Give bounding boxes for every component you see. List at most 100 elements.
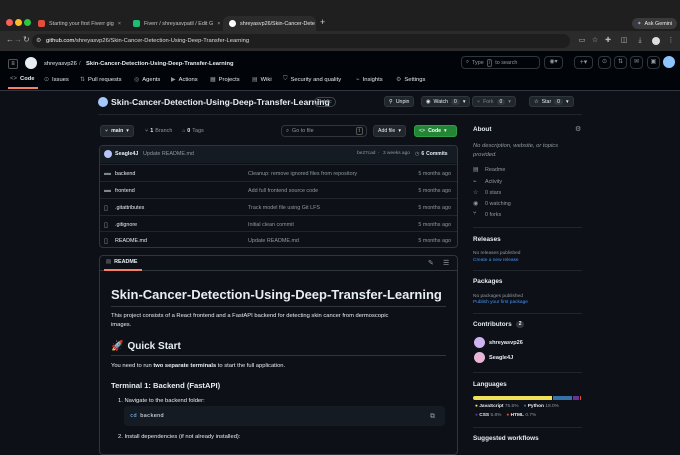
forks-link[interactable]: 0 forks [485,212,501,218]
extensions-icon[interactable]: ✚ [604,37,612,45]
readme-link[interactable]: Readme [485,167,505,173]
watching-link[interactable]: 0 watching [485,201,511,207]
file-name[interactable]: backend [115,171,135,177]
file-row[interactable]: ▬ frontend Add full frontend source code… [100,181,457,199]
create-release-link[interactable]: Create a new release [473,258,519,263]
minimize-window-button[interactable] [15,19,22,26]
repo-owner-avatar[interactable] [98,97,108,107]
ask-gemini-button[interactable]: ✦ Ask Gemini [632,18,678,29]
watch-button[interactable]: ◉ Watch 0 ▾ [421,96,471,107]
edit-pencil-icon[interactable]: ✎ [428,259,434,267]
code-button[interactable]: <> Code ▾ [414,125,457,137]
add-file-button[interactable]: Add file ▾ [373,125,406,137]
close-tab-icon[interactable]: × [213,21,220,27]
reload-icon[interactable]: ↻ [23,35,30,44]
browser-tab[interactable]: Fiverr / shreyasvpatil / Edit G × [127,16,223,31]
contributor-name[interactable]: shreyasvp26 [489,340,523,346]
profile-avatar[interactable] [652,37,660,45]
unpin-button[interactable]: ⚲ Unpin [384,96,415,107]
outline-list-icon[interactable]: ☰ [443,259,449,267]
contributor-avatar[interactable] [474,337,485,348]
copilot-icon[interactable]: ◉▾ [544,56,563,69]
tab-agents[interactable]: ◎ Agents [134,76,160,84]
forward-arrow-icon[interactable]: → [14,35,22,44]
more-menu-icon[interactable]: ⋮ [667,37,675,45]
pull-requests-icon[interactable]: ⇅ [614,56,627,69]
file-commit-message[interactable]: Add full frontend source code [248,188,318,194]
bookmark-star-icon[interactable]: ☆ [591,37,599,45]
readme-tab[interactable]: ▤ README [106,259,137,265]
language-item[interactable]: ● HTML 0.7% [506,413,536,418]
commits-link[interactable]: ◷ 6 Commits [415,151,448,157]
activity-link[interactable]: Activity [485,179,502,185]
site-info-icon[interactable]: ⚙ [36,34,41,48]
packages-heading[interactable]: Packages [473,278,503,285]
close-window-button[interactable] [6,19,13,26]
breadcrumb-owner[interactable]: shreyasvp26 [44,61,77,67]
star-button[interactable]: ☆ Star 0 ▾ [529,96,574,107]
notifications-icon[interactable]: ✉ [630,56,643,69]
cast-icon[interactable]: ▭ [578,37,586,45]
search-input[interactable]: ⌕ Type / to search [461,56,540,69]
commit-hash[interactable]: be27cad [357,151,375,156]
language-item[interactable]: ● JavaScript 75.5% [475,404,518,409]
commit-author[interactable]: Seagle4J [115,151,138,157]
tab-wiki[interactable]: ▤ Wiki [252,76,272,84]
back-arrow-icon[interactable]: ← [6,35,14,44]
inbox-icon[interactable]: ▣ [647,56,660,69]
download-icon[interactable]: ⤓ [636,37,644,45]
user-avatar[interactable] [663,56,675,68]
file-row[interactable]: ▯ .gitattributes Track model file using … [100,198,457,216]
browser-tab-active[interactable]: shreyasvp26/Skin-Cancer-Dete × [223,16,316,31]
create-new-icon[interactable]: +▾ [574,56,593,69]
browser-tab[interactable]: Starting your first Fiverr gig × [32,16,127,31]
tab-code[interactable]: <> Code [10,76,35,82]
issues-icon[interactable]: ⊙ [598,56,611,69]
contributor-name[interactable]: Seagle4J [489,355,513,361]
tab-insights[interactable]: ⌁ Insights [356,76,383,84]
file-commit-message[interactable]: Track model file using Git LFS [248,205,320,211]
github-logo-icon[interactable] [25,57,37,69]
file-commit-message[interactable]: Update README.md [248,238,299,244]
tags-link[interactable]: ⌂ 0 Tags [182,128,204,134]
tab-pull-requests[interactable]: ⇅ Pull requests [80,76,122,84]
language-item[interactable]: ● Python 18.0% [523,404,558,409]
file-commit-message[interactable]: Cleanup: remove ignored files from repos… [248,171,357,177]
file-name[interactable]: .gitattributes [115,205,144,211]
breadcrumb-repo[interactable]: Skin-Cancer-Detection-Using-Deep-Transfe… [86,61,234,67]
commit-message[interactable]: Update README.md [143,151,194,157]
tab-issues[interactable]: ⊙ Issues [44,76,69,84]
fork-button[interactable]: ⑂ Fork 0 ▾ [472,96,516,107]
branch-select[interactable]: ⑂ main ▾ [100,125,134,137]
language-item[interactable]: ● CSS 5.8% [475,413,501,418]
file-name[interactable]: frontend [115,188,135,194]
new-tab-icon[interactable]: + [320,17,325,27]
contributor-avatar[interactable] [474,352,485,363]
file-commit-message[interactable]: Initial clean commit [248,222,294,228]
file-name[interactable]: README.md [115,238,147,244]
contributors-heading[interactable]: Contributors 2 [473,321,525,328]
copy-icon[interactable]: ⧉ [430,406,435,426]
maximize-window-button[interactable] [24,19,31,26]
file-row[interactable]: ▬ backend Cleanup: remove ignored files … [100,164,457,182]
close-tab-icon[interactable]: × [114,21,121,27]
tab-projects[interactable]: ▦ Projects [210,76,240,84]
tab-actions[interactable]: ▶ Actions [171,76,198,84]
repo-title[interactable]: Skin-Cancer-Detection-Using-Deep-Transfe… [111,97,330,107]
gear-icon[interactable]: ⚙ [575,125,581,133]
divider [473,313,582,314]
tab-security[interactable]: ⛉ Security and quality [283,76,341,83]
file-row[interactable]: ▯ README.md Update README.md 5 months ag… [100,231,457,249]
close-tab-icon[interactable]: × [315,21,316,27]
hamburger-menu-icon[interactable]: ≡ [8,59,18,69]
side-panel-icon[interactable]: ◫ [620,37,628,45]
file-name[interactable]: .gitignore [115,222,137,228]
go-to-file-input[interactable]: ⌕ Go to file t [281,125,367,137]
author-avatar[interactable] [104,150,112,158]
tab-settings[interactable]: ⚙ Settings [396,76,425,84]
address-bar[interactable]: ⚙ github.com/shreyasvp26/Skin-Cancer-Det… [32,34,570,48]
stars-link[interactable]: 0 stars [485,190,501,196]
branches-link[interactable]: ⑂ 1 Branch [145,128,172,134]
publish-package-link[interactable]: Publish your first package [473,300,528,305]
releases-heading[interactable]: Releases [473,236,501,243]
